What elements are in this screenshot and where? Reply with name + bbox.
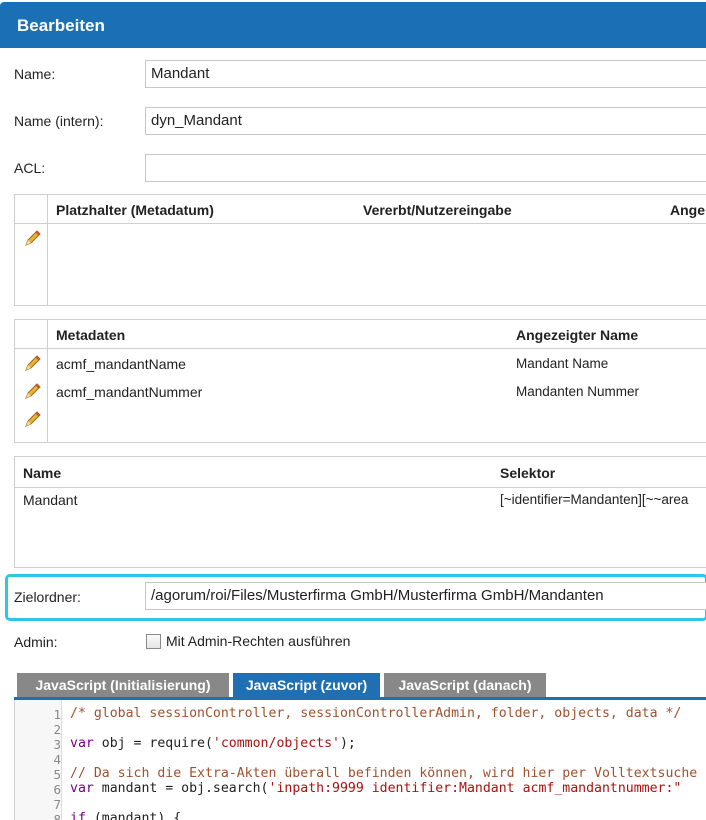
admin-checkbox[interactable]: [146, 634, 161, 649]
line-number: 7: [53, 797, 61, 812]
line-number: 6: [53, 782, 61, 797]
code-string: 'inpath:9999 identifier:Mandant acmf_man…: [268, 781, 682, 796]
line-number: 8: [53, 812, 61, 820]
code-line: // Da sich die Extra-Akten überall befin…: [70, 766, 698, 781]
table-row-name[interactable]: Mandant: [23, 492, 77, 508]
line-number: 4: [53, 752, 61, 767]
admin-checkbox-label[interactable]: Mit Admin-Rechten ausführen: [166, 633, 350, 649]
code-text: obj = require(: [93, 736, 213, 751]
code-string: 'common/objects': [212, 736, 340, 751]
pencil-icon[interactable]: [23, 381, 43, 401]
pencil-icon[interactable]: [23, 228, 43, 248]
column-header-name[interactable]: Name: [23, 465, 61, 481]
acl-input[interactable]: [145, 154, 706, 182]
column-header-vererbt[interactable]: Vererbt/Nutzereingabe: [363, 202, 512, 218]
code-line: var mandant = obj.search('inpath:9999 id…: [70, 781, 681, 796]
column-header-platzhalter[interactable]: Platzhalter (Metadatum): [56, 202, 214, 218]
grid-header-divider: [15, 223, 706, 224]
code-line: if (mandant) {: [70, 811, 181, 820]
table-row-meta[interactable]: acmf_mandantName: [56, 356, 186, 372]
tab-javascript-danach[interactable]: JavaScript (danach): [384, 673, 546, 698]
zielordner-label: Zielordner:: [14, 589, 81, 605]
tab-javascript-initialisierung[interactable]: JavaScript (Initialisierung): [17, 673, 229, 698]
grid-header-divider: [15, 487, 706, 488]
dialog-title: Bearbeiten: [0, 2, 706, 48]
table-row-display[interactable]: Mandant Name: [516, 356, 608, 371]
code-keyword: if: [70, 811, 86, 820]
code-text: (mandant) {: [85, 811, 182, 820]
selector-grid: Name Selektor Mandant [~identifier=Manda…: [14, 456, 706, 568]
column-header-angezeigter-name[interactable]: Angezeigter Name: [516, 327, 638, 343]
metadata-grid: Metadaten Angezeigter Name acmf_mandantN…: [14, 319, 706, 443]
column-header-angezeigt[interactable]: Ange: [670, 202, 705, 218]
code-text: mandant = obj.search(: [93, 781, 269, 796]
line-number: 5: [53, 767, 61, 782]
intern-name-input[interactable]: dyn_Mandant: [145, 107, 706, 135]
line-number: 2: [53, 722, 61, 737]
table-row-selektor[interactable]: [~identifier=Mandanten][~~area: [500, 492, 688, 507]
code-line: /* global sessionController, sessionCont…: [70, 706, 682, 721]
table-row-display[interactable]: Mandanten Nummer: [516, 384, 639, 399]
pencil-icon[interactable]: [23, 409, 43, 429]
tab-javascript-zuvor[interactable]: JavaScript (zuvor): [233, 673, 380, 698]
name-input[interactable]: Mandant: [145, 60, 706, 88]
acl-label: ACL:: [14, 160, 46, 176]
zielordner-input[interactable]: /agorum/roi/Files/Musterfirma GmbH/Muste…: [145, 582, 706, 610]
pencil-icon[interactable]: [23, 353, 43, 373]
table-row-meta[interactable]: acmf_mandantNummer: [56, 384, 202, 400]
line-number: 3: [53, 737, 61, 752]
code-line: var obj = require('common/objects');: [70, 736, 356, 751]
name-label: Name:: [14, 66, 56, 82]
admin-label: Admin:: [14, 634, 58, 650]
column-header-metadaten[interactable]: Metadaten: [56, 327, 125, 343]
intern-name-label: Name (intern):: [14, 113, 104, 129]
code-keyword: var: [70, 736, 94, 751]
grid-gutter: [15, 195, 48, 305]
code-text: );: [339, 736, 356, 751]
grid-header-divider: [15, 348, 706, 349]
code-keyword: var: [70, 781, 94, 796]
line-number-gutter: 1 2 3 4 5 6 7 8: [15, 700, 62, 820]
column-header-selektor[interactable]: Selektor: [500, 465, 555, 481]
code-editor[interactable]: 1 2 3 4 5 6 7 8 /* global sessionControl…: [14, 700, 706, 820]
placeholder-grid: Platzhalter (Metadatum) Vererbt/Nutzerei…: [14, 194, 706, 306]
line-number: 1: [53, 707, 61, 722]
